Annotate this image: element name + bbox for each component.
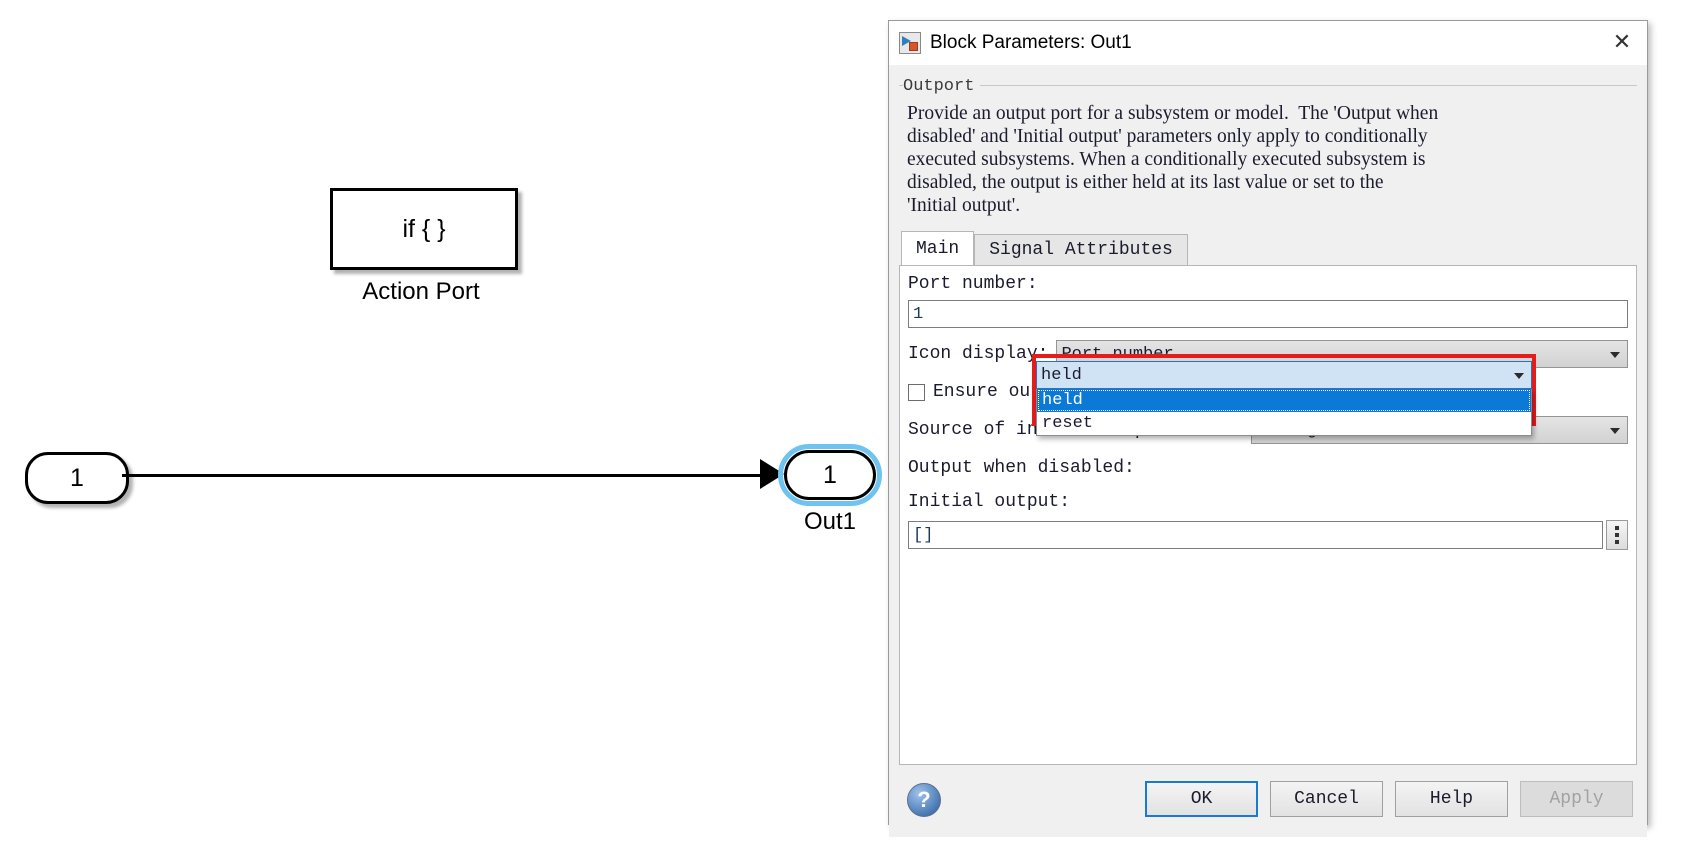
dialog-title: Block Parameters: Out1 bbox=[930, 32, 1132, 53]
option-reset[interactable]: reset bbox=[1037, 412, 1531, 435]
signal-line[interactable] bbox=[122, 474, 772, 477]
tab-bar: Main Signal Attributes bbox=[901, 231, 1639, 266]
inport-block[interactable]: 1 bbox=[25, 452, 129, 504]
output-when-disabled-value: held bbox=[1041, 365, 1082, 385]
port-number-input[interactable]: 1 bbox=[908, 300, 1628, 328]
cancel-button[interactable]: Cancel bbox=[1270, 781, 1383, 817]
initial-output-input[interactable]: [] bbox=[908, 521, 1603, 549]
group-legend: Outport bbox=[899, 77, 981, 96]
tab-main[interactable]: Main bbox=[901, 231, 975, 265]
help-button[interactable]: Help bbox=[1395, 781, 1508, 817]
output-when-disabled-label: Output when disabled: bbox=[908, 458, 1135, 478]
ensure-outport-virtual-checkbox[interactable] bbox=[908, 383, 925, 401]
vertical-dots-icon[interactable] bbox=[1606, 520, 1628, 550]
apply-button: Apply bbox=[1520, 781, 1633, 817]
icon-display-label: Icon display: bbox=[908, 344, 1049, 364]
tab-signal-attributes[interactable]: Signal Attributes bbox=[974, 234, 1188, 266]
outport-block-label: Out1 bbox=[803, 508, 857, 535]
group-divider bbox=[899, 85, 1637, 86]
outport-block-number: 1 bbox=[823, 460, 837, 489]
chevron-down-icon bbox=[1514, 373, 1524, 379]
help-icon[interactable]: ? bbox=[907, 783, 941, 817]
group-divider-left bbox=[899, 85, 903, 86]
chevron-down-icon bbox=[1610, 428, 1620, 434]
output-when-disabled-row: Output when disabled: bbox=[908, 458, 1628, 478]
action-port-block[interactable]: if { } bbox=[330, 188, 518, 270]
inport-block-number: 1 bbox=[70, 463, 84, 492]
close-icon[interactable]: ✕ bbox=[1605, 29, 1639, 57]
dialog-body: Outport Provide an output port for a sub… bbox=[889, 73, 1647, 765]
output-when-disabled-option-list: held reset bbox=[1036, 389, 1532, 436]
action-port-block-icon-text: if { } bbox=[402, 214, 446, 243]
option-held[interactable]: held bbox=[1037, 389, 1531, 412]
initial-output-label: Initial output: bbox=[908, 492, 1071, 512]
dialog-footer: ? OK Cancel Help Apply bbox=[889, 765, 1647, 837]
main-tab-panel: Port number: 1 Icon display: Port number… bbox=[899, 265, 1637, 765]
outport-group: Outport Provide an output port for a sub… bbox=[899, 73, 1637, 217]
action-port-block-label: Action Port bbox=[362, 278, 480, 305]
block-description: Provide an output port for a subsystem o… bbox=[907, 103, 1439, 216]
block-parameters-dialog: Block Parameters: Out1 ✕ Outport Provide… bbox=[888, 20, 1648, 837]
initial-output-input-row: [] bbox=[908, 520, 1628, 550]
initial-output-row: Initial output: bbox=[908, 492, 1628, 512]
output-when-disabled-value-box[interactable]: held bbox=[1036, 361, 1532, 389]
outport-block[interactable]: 1 bbox=[784, 450, 876, 500]
dialog-titlebar: Block Parameters: Out1 ✕ bbox=[889, 21, 1647, 65]
output-when-disabled-select[interactable]: held held reset bbox=[1036, 361, 1532, 436]
simulink-block-icon bbox=[899, 32, 921, 54]
ok-button[interactable]: OK bbox=[1145, 781, 1258, 817]
chevron-down-icon bbox=[1610, 352, 1620, 358]
port-number-label: Port number: bbox=[908, 274, 1038, 294]
simulink-canvas[interactable]: if { } Action Port 1 1 Out1 bbox=[0, 0, 888, 862]
dialog-button-row: OK Cancel Help Apply bbox=[1133, 781, 1633, 817]
